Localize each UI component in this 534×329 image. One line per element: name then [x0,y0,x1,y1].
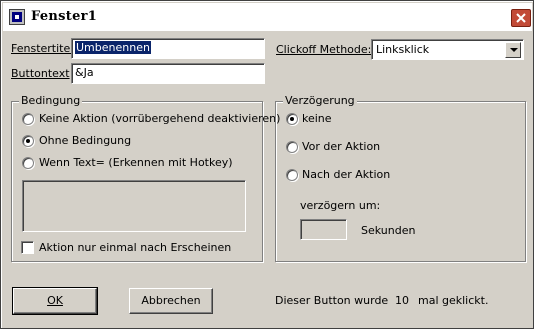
radio-label-nach-der-aktion: Nach der Aktion [302,168,391,181]
radio-vor-der-aktion[interactable] [286,141,298,153]
click-count-prefix: Dieser Button wurde [275,294,389,307]
title-bar[interactable]: Fenster1 [3,3,532,31]
radio-ohne-bedingung[interactable] [22,135,34,147]
chevron-down-icon[interactable] [505,42,521,58]
radio-label-keine: keine [302,112,332,125]
clickoff-select[interactable]: Linksklick [371,39,524,60]
ok-button[interactable]: OK [12,287,98,315]
radio-keine[interactable] [286,113,298,125]
bedingung-title: Bedingung [19,94,83,107]
app-icon [9,9,25,25]
buttontext-label: Buttontext [11,67,70,80]
buttontext-input[interactable]: &Ja [71,63,265,84]
radio-wenn-text[interactable] [22,157,34,169]
fenstertitel-value: Umbenennen [75,41,151,54]
cancel-button-label: Abbrechen [141,294,201,307]
delay-input[interactable] [300,219,347,240]
dialog-window: Fenster1 Fenstertitel Umbenennen Buttont… [0,0,534,329]
radio-label-ohne-bedingung: Ohne Bedingung [39,134,132,147]
text-condition-box[interactable] [22,180,246,232]
ok-button-label: OK [47,294,63,307]
radio-nach-der-aktion[interactable] [286,169,298,181]
click-count-value: 10 [395,294,409,307]
verzoegerung-title: Verzögerung [283,94,357,107]
window-title: Fenster1 [31,9,98,24]
aktion-einmal-checkbox[interactable] [21,241,34,254]
fenstertitel-input[interactable]: Umbenennen [71,38,265,59]
delay-unit-label: Sekunden [361,224,416,237]
close-icon [516,13,526,23]
delay-label: verzögern um: [300,199,381,212]
click-count-suffix: mal geklickt. [418,294,489,307]
radio-label-keine-aktion: Keine Aktion (vorrübergehend deaktiviere… [39,112,281,125]
close-button[interactable] [511,9,531,27]
radio-keine-aktion[interactable] [22,113,34,125]
buttontext-value: &Ja [75,66,94,79]
radio-label-wenn-text: Wenn Text= (Erkennen mit Hotkey) [39,156,233,169]
clickoff-label: Clickoff Methode: [276,43,372,56]
clickoff-value: Linksklick [376,43,430,56]
radio-label-vor-der-aktion: Vor der Aktion [302,140,381,153]
aktion-einmal-label: Aktion nur einmal nach Erscheinen [39,241,232,254]
fenstertitel-label: Fenstertitel [11,42,74,55]
cancel-button[interactable]: Abbrechen [129,288,213,314]
